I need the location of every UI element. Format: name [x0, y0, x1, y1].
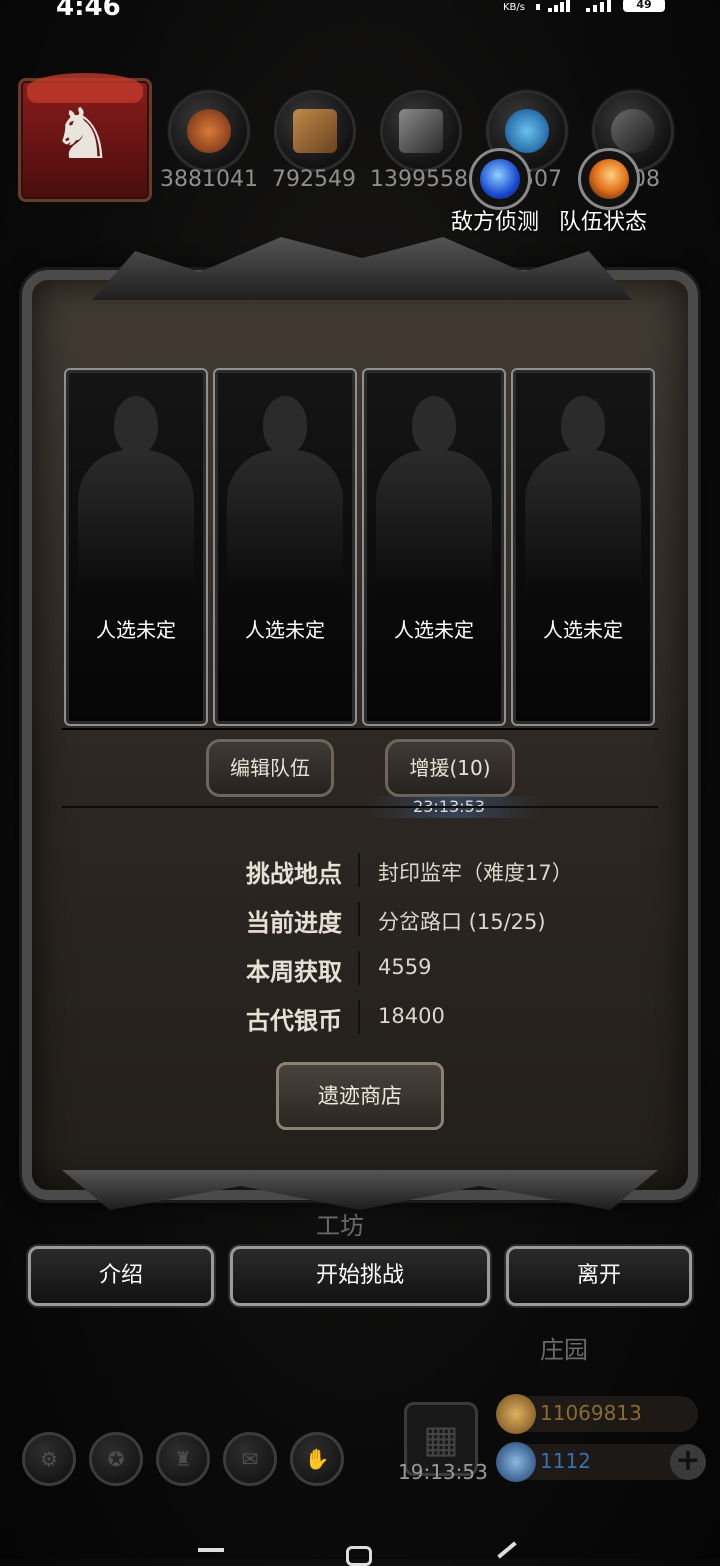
player-avatar[interactable]: ♞: [18, 73, 152, 202]
wifi-icon: [536, 0, 544, 10]
team-status-label: 队伍状态: [559, 210, 648, 235]
silhouette-icon: [525, 396, 641, 596]
add-currency-button[interactable]: +: [670, 1444, 706, 1480]
info-separator: [358, 951, 360, 985]
gem-icon: [496, 1442, 536, 1482]
iron-icon: [380, 90, 462, 172]
hero-slot-1[interactable]: 人选未定: [64, 368, 208, 726]
panel-bottom-ornament: [62, 1170, 658, 1210]
edit-team-button[interactable]: 编辑队伍: [206, 739, 334, 797]
enemy-scout-label: 敌方侦测: [451, 210, 540, 235]
info-value-silver: 18400: [378, 1004, 445, 1028]
wood-icon: [274, 90, 356, 172]
silhouette-icon: [227, 396, 343, 596]
silhouette-icon: [78, 396, 194, 596]
nav-recents-icon[interactable]: [198, 1548, 224, 1552]
start-challenge-button[interactable]: 开始挑战: [230, 1246, 490, 1306]
achievement-icon[interactable]: ✪: [89, 1432, 143, 1486]
fire-orb-icon: [589, 159, 629, 199]
team-status-button[interactable]: [578, 148, 640, 210]
hero-slot-2[interactable]: 人选未定: [213, 368, 357, 726]
nav-back-icon[interactable]: [497, 1541, 517, 1559]
status-time: 4:46: [56, 0, 121, 22]
panel-top-ornament: [92, 237, 632, 300]
horse-icon: ♞: [51, 93, 114, 175]
section-divider: [62, 806, 658, 808]
leave-button[interactable]: 离开: [506, 1246, 692, 1306]
intro-button[interactable]: 介绍: [28, 1246, 214, 1306]
info-separator: [358, 902, 360, 936]
handshake-icon[interactable]: ✋: [290, 1432, 344, 1486]
mail-icon[interactable]: ✉: [223, 1432, 277, 1486]
ranking-icon[interactable]: ♜: [156, 1432, 210, 1486]
info-separator: [358, 1000, 360, 1034]
info-value-progress: 分岔路口 (15/25): [378, 910, 546, 934]
battery-icon: 49: [623, 0, 665, 12]
slot-label: 人选未定: [245, 618, 325, 642]
slot-divider: [62, 728, 658, 730]
slot-label: 人选未定: [96, 618, 176, 642]
gift-timer: 19:13:53: [398, 1460, 488, 1484]
gold-currency: 11069813: [496, 1394, 698, 1434]
reinforce-button[interactable]: 增援(10): [385, 739, 515, 797]
info-key-weekly: 本周获取: [246, 958, 342, 986]
meat-icon: [168, 90, 250, 172]
blue-orb-icon: [480, 159, 520, 199]
status-bar: 4:46 KB/s 49: [0, 0, 720, 26]
ruins-shop-button[interactable]: 遗迹商店: [276, 1062, 444, 1130]
hero-slot-3[interactable]: 人选未定: [362, 368, 506, 726]
meat-value: 3881041: [160, 167, 258, 192]
iron-value: 1399558: [370, 167, 468, 192]
info-separator: [358, 853, 360, 887]
info-value-weekly: 4559: [378, 955, 432, 979]
gold-coin-icon: [496, 1394, 536, 1434]
enemy-scout-button[interactable]: [469, 148, 531, 210]
wood-value: 792549: [272, 167, 356, 192]
gem-value: 1112: [540, 1449, 591, 1473]
nav-home-icon[interactable]: [346, 1546, 372, 1566]
workshop-label[interactable]: 工坊: [316, 1206, 364, 1241]
settings-icon[interactable]: ⚙: [22, 1432, 76, 1486]
manor-label[interactable]: 庄园: [540, 1330, 588, 1365]
network-speed: KB/s: [503, 2, 525, 13]
hero-slot-4[interactable]: 人选未定: [511, 368, 655, 726]
signal-icon-2: [586, 0, 614, 12]
info-key-location: 挑战地点: [246, 860, 342, 888]
gold-value: 11069813: [540, 1401, 642, 1425]
slot-label: 人选未定: [543, 618, 623, 642]
signal-icon-1: [548, 0, 572, 12]
info-key-silver: 古代银币: [246, 1007, 342, 1035]
slot-label: 人选未定: [394, 618, 474, 642]
silhouette-icon: [376, 396, 492, 596]
info-value-location: 封印监牢（难度17）: [378, 861, 573, 885]
info-key-progress: 当前进度: [246, 909, 342, 937]
gem-currency: 1112: [496, 1442, 698, 1482]
